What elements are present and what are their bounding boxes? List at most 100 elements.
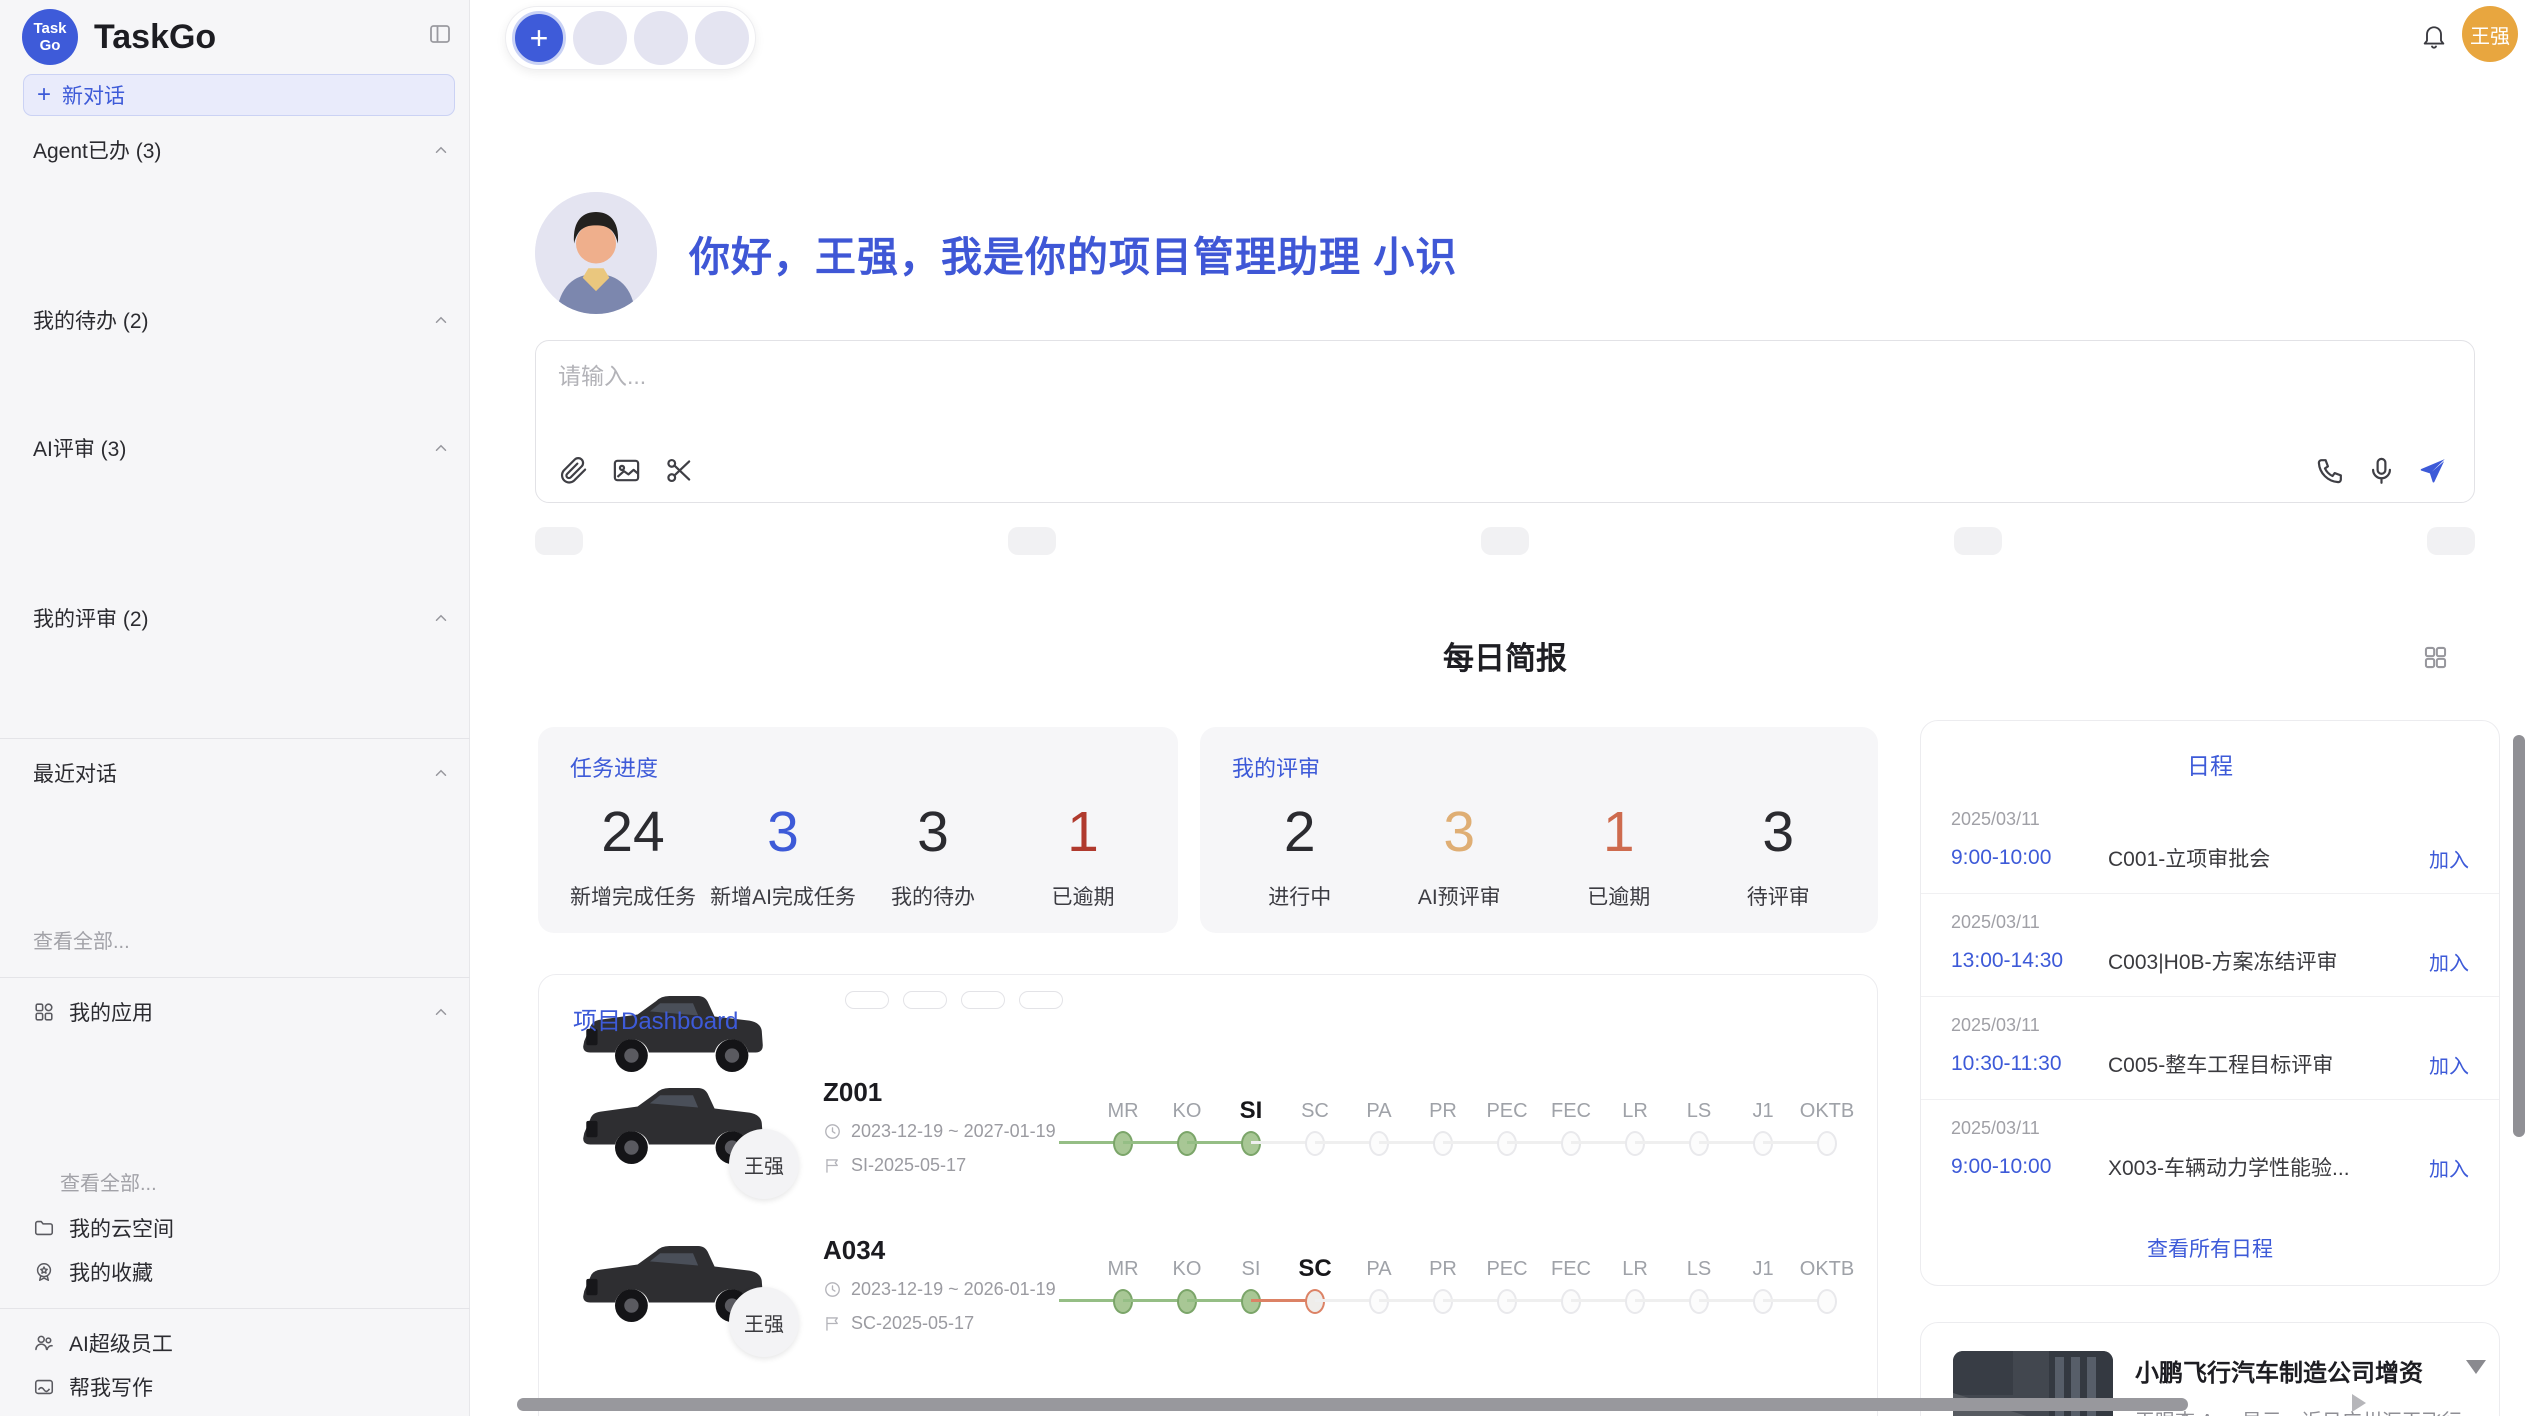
microphone-icon[interactable] bbox=[2366, 455, 2397, 486]
sidebar-storage-item[interactable]: 我的云空间 bbox=[0, 1206, 470, 1250]
recent-chat-item[interactable] bbox=[0, 879, 470, 921]
dashboard-tab[interactable] bbox=[903, 991, 947, 1009]
milestone-timeline: MR KO bbox=[1091, 1094, 1859, 1158]
sidebar-tool-item[interactable]: 创意制图 bbox=[0, 1409, 470, 1416]
sidebar-collapse-icon[interactable] bbox=[427, 22, 453, 46]
main-content: + 王强 你好，王强，我是你的项目管理助理 小识 bbox=[470, 0, 2532, 1416]
dashboard-tab[interactable] bbox=[961, 991, 1005, 1009]
sidebar-task-item[interactable] bbox=[0, 640, 470, 682]
milestone-node[interactable] bbox=[1817, 1289, 1837, 1314]
chevron-up-icon[interactable] bbox=[432, 311, 450, 329]
recent-chat-item[interactable] bbox=[0, 837, 470, 879]
sidebar-task-item[interactable] bbox=[0, 554, 470, 596]
sidebar-group-header[interactable]: AI评审 (3) bbox=[0, 426, 470, 470]
sidebar-group-header[interactable]: 我的待办 (2) bbox=[0, 298, 470, 342]
milestone-track bbox=[1795, 1128, 1859, 1158]
recent-chats-header[interactable]: 最近对话 bbox=[0, 751, 470, 795]
join-link[interactable]: 加入 bbox=[2429, 1153, 2469, 1182]
sidebar-task-item[interactable] bbox=[0, 342, 470, 384]
avatar[interactable] bbox=[634, 11, 688, 65]
milestone-label: PR bbox=[1411, 1252, 1475, 1286]
scroll-right-arrow-icon[interactable] bbox=[2352, 1394, 2366, 1412]
add-session-button[interactable]: + bbox=[512, 11, 566, 65]
sidebar-task-item[interactable] bbox=[0, 172, 470, 214]
join-link[interactable]: 加入 bbox=[2429, 844, 2469, 873]
sidebar-tool-item[interactable]: AI超级员工 bbox=[0, 1321, 470, 1365]
chevron-up-icon[interactable] bbox=[432, 764, 450, 782]
milestone: PA bbox=[1347, 1252, 1411, 1316]
image-upload-icon[interactable] bbox=[611, 455, 642, 486]
avatar[interactable] bbox=[695, 11, 749, 65]
sidebar-item-my-apps[interactable]: 我的应用 bbox=[0, 990, 470, 1034]
milestone: PEC bbox=[1475, 1094, 1539, 1158]
view-all-schedule-link[interactable]: 查看所有日程 bbox=[1921, 1233, 2499, 1263]
project-owner-badge: 王强 bbox=[729, 1129, 799, 1199]
layout-grid-icon[interactable] bbox=[2422, 644, 2449, 671]
scroll-down-arrow-icon[interactable] bbox=[2466, 1360, 2486, 1374]
recent-view-all-link[interactable]: 查看全部... bbox=[0, 921, 470, 963]
vertical-scrollbar-thumb[interactable] bbox=[2513, 735, 2525, 1137]
sidebar-storage-item[interactable]: 我的收藏 bbox=[0, 1250, 470, 1294]
my-review-stats: 2 进行中 3 AI预评审 1 已逾期 3 待评审 bbox=[1220, 789, 1858, 911]
app-link-item[interactable] bbox=[0, 1034, 470, 1077]
chevron-up-icon[interactable] bbox=[432, 439, 450, 457]
sidebar-task-item[interactable] bbox=[0, 214, 470, 256]
storage-label: 我的云空间 bbox=[69, 1213, 174, 1243]
scissors-icon[interactable] bbox=[664, 455, 695, 486]
chevron-up-icon[interactable] bbox=[432, 609, 450, 627]
milestone-label: PA bbox=[1347, 1252, 1411, 1286]
suggestion-chip[interactable] bbox=[1008, 527, 1056, 555]
tool-label: 帮我写作 bbox=[69, 1372, 153, 1402]
stat-label: 已逾期 bbox=[1539, 881, 1699, 911]
sidebar-task-item[interactable] bbox=[0, 384, 470, 426]
milestone-label: FEC bbox=[1539, 1252, 1603, 1286]
project-vehicle-image: 王强 bbox=[576, 1067, 771, 1185]
suggestion-chip[interactable] bbox=[1481, 527, 1529, 555]
milestone: LS bbox=[1667, 1094, 1731, 1158]
schedule-title: 日程 bbox=[1921, 747, 2499, 781]
sidebar-task-item[interactable] bbox=[0, 682, 470, 724]
project-row[interactable]: 王强 A034 2023-12-19 ~ 2026-01-19 bbox=[539, 1205, 1877, 1363]
daily-briefing-title: 每日简报 bbox=[535, 636, 2475, 682]
milestone-timeline: MR KO bbox=[1091, 1252, 1859, 1316]
join-link[interactable]: 加入 bbox=[2429, 1050, 2469, 1079]
recent-chat-item[interactable] bbox=[0, 795, 470, 837]
sidebar-group-title: 我的评审 (2) bbox=[33, 603, 149, 633]
notification-bell-icon[interactable] bbox=[2420, 22, 2448, 52]
app-link-item[interactable] bbox=[0, 1077, 470, 1120]
app-link-item[interactable] bbox=[0, 1120, 470, 1163]
avatar[interactable] bbox=[573, 11, 627, 65]
attachment-icon[interactable] bbox=[558, 455, 589, 486]
new-chat-button[interactable]: + 新对话 bbox=[23, 74, 455, 116]
stat-label: AI预评审 bbox=[1380, 881, 1540, 911]
my-review-card: 我的评审 2 进行中 3 AI预评审 1 已逾期 3 待评审 bbox=[1200, 727, 1878, 933]
sidebar-tool-item[interactable]: 帮我写作 bbox=[0, 1365, 470, 1409]
dashboard-tab[interactable] bbox=[1019, 991, 1063, 1009]
sidebar-task-item[interactable] bbox=[0, 512, 470, 554]
phone-call-icon[interactable] bbox=[2315, 455, 2346, 486]
stat-label: 新增AI完成任务 bbox=[708, 881, 858, 911]
user-avatar[interactable]: 王强 bbox=[2462, 6, 2518, 62]
suggestion-chip[interactable] bbox=[535, 527, 583, 555]
sidebar-task-item[interactable] bbox=[0, 470, 470, 512]
milestone: MR bbox=[1091, 1252, 1155, 1316]
project-row[interactable]: 王强 Z001 2023-12-19 ~ 2027-01-19 bbox=[539, 1047, 1877, 1205]
suggestion-chip[interactable] bbox=[1954, 527, 2002, 555]
chevron-up-icon[interactable] bbox=[432, 1003, 450, 1021]
sidebar-group-header[interactable]: 我的评审 (2) bbox=[0, 596, 470, 640]
milestone-node[interactable] bbox=[1817, 1131, 1837, 1156]
horizontal-scrollbar-thumb[interactable] bbox=[517, 1398, 2188, 1411]
join-link[interactable]: 加入 bbox=[2429, 947, 2469, 976]
apps-view-all-link[interactable]: 查看全部... bbox=[0, 1163, 470, 1206]
suggestion-chip[interactable] bbox=[2427, 527, 2475, 555]
clock-icon bbox=[823, 1122, 842, 1141]
chevron-up-icon[interactable] bbox=[432, 141, 450, 159]
sidebar-group-header[interactable]: Agent已办 (3) bbox=[0, 128, 470, 172]
news-title: 小鹏飞行汽车制造公司增资 bbox=[2135, 1353, 2475, 1388]
send-icon[interactable] bbox=[2417, 455, 2448, 486]
milestone-node[interactable] bbox=[1241, 1289, 1261, 1314]
sidebar-task-item[interactable] bbox=[0, 256, 470, 298]
event-name: C003|H0B-方案冻结评审 bbox=[2108, 946, 2417, 976]
dashboard-tab[interactable] bbox=[845, 991, 889, 1009]
chat-input[interactable] bbox=[558, 357, 2058, 423]
